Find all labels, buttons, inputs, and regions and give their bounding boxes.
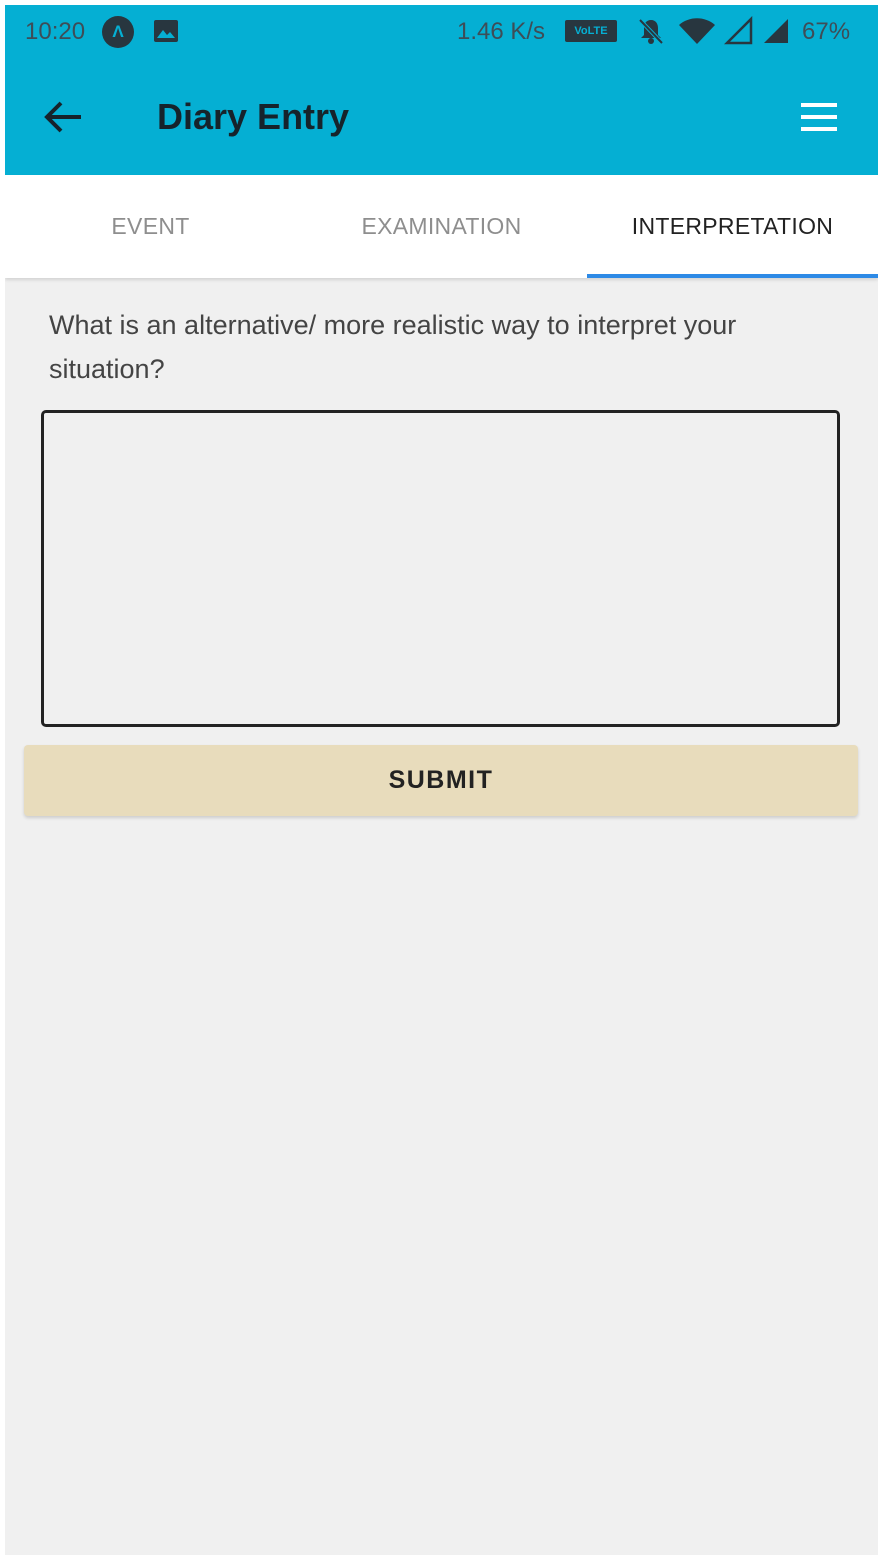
tab-interpretation[interactable]: INTERPRETATION	[587, 175, 878, 278]
submit-button[interactable]: SUBMIT	[24, 745, 858, 816]
status-bar: 10:20 Λ 1.46 K/s VoLTE 67%	[5, 5, 878, 60]
tab-examination[interactable]: EXAMINATION	[296, 175, 587, 278]
status-time: 10:20	[25, 18, 86, 45]
tab-event[interactable]: EVENT	[5, 175, 296, 278]
signal-icon	[764, 19, 788, 43]
battery-level: 67%	[802, 18, 851, 45]
tab-bar: EVENT EXAMINATION INTERPRETATION	[5, 175, 878, 278]
wifi-icon	[679, 18, 715, 44]
interpretation-input[interactable]	[41, 410, 840, 727]
app-bar: 10:20 Λ 1.46 K/s VoLTE 67% Diary Entry	[5, 5, 878, 175]
toolbar: Diary Entry	[5, 60, 878, 175]
question-prompt: What is an alternative/ more realistic w…	[49, 310, 737, 384]
arrow-left-icon[interactable]	[41, 95, 85, 139]
notifications-off-icon	[638, 18, 664, 45]
image-notification-icon	[154, 20, 178, 42]
hamburger-menu-icon[interactable]	[797, 99, 841, 135]
signal-outline-icon	[724, 16, 753, 45]
active-tab-indicator	[587, 274, 878, 278]
network-speed: 1.46 K/s	[457, 18, 546, 45]
app-notification-icon: Λ	[102, 16, 134, 48]
volte-icon: VoLTE	[565, 20, 617, 42]
page-title: Diary Entry	[157, 96, 350, 137]
app-screen: 10:20 Λ 1.46 K/s VoLTE 67% Diary Entry E…	[5, 5, 878, 1555]
